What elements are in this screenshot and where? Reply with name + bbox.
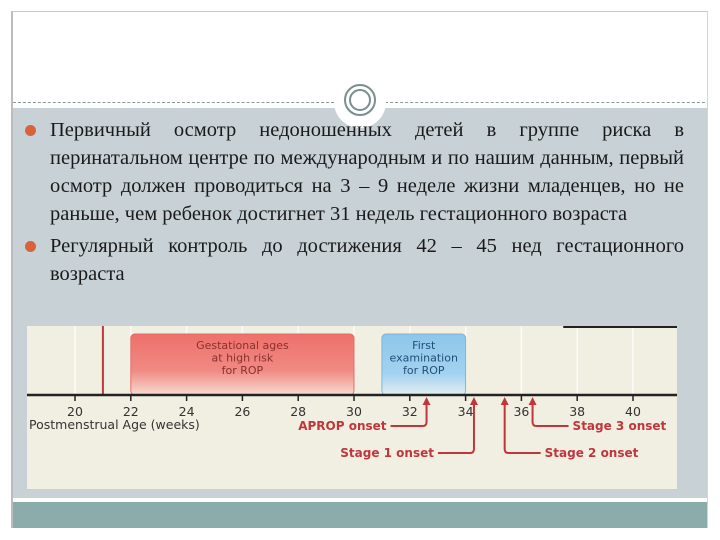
event-label: Stage 2 onset bbox=[545, 446, 639, 460]
x-tick-label: 34 bbox=[458, 404, 474, 419]
high-risk-label-line: Gestational ages bbox=[196, 339, 289, 352]
event-arrowhead-icon bbox=[422, 397, 431, 405]
timeline-svg: Gestational agesat high riskfor ROPFirst… bbox=[27, 326, 693, 460]
event-label: APROP onset bbox=[298, 419, 387, 433]
x-tick-label: 28 bbox=[290, 404, 306, 419]
high-risk-label-line: for ROP bbox=[222, 364, 264, 377]
first-exam-label-line: examination bbox=[390, 352, 458, 365]
x-tick-label: 30 bbox=[346, 404, 362, 419]
ring-inner bbox=[349, 89, 371, 111]
x-tick-label: 36 bbox=[513, 404, 529, 419]
event-connector bbox=[437, 448, 475, 454]
event-arrowhead-icon bbox=[469, 397, 478, 405]
first-exam-label-line: for ROP bbox=[403, 364, 445, 377]
event-label: Stage 3 onset bbox=[573, 419, 667, 433]
first-exam-label-line: First bbox=[412, 339, 436, 352]
bullet-dot-icon bbox=[25, 241, 36, 252]
event-arrowhead-icon bbox=[528, 397, 537, 405]
high-risk-label-line: at high risk bbox=[212, 352, 274, 365]
bullet-text: Первичный осмотр недоношенных детей в гр… bbox=[50, 119, 684, 225]
x-tick-label: 26 bbox=[234, 404, 250, 419]
event-connector bbox=[503, 448, 541, 454]
event-connector bbox=[390, 421, 428, 427]
footer-band bbox=[13, 502, 707, 528]
x-tick-label: 38 bbox=[569, 404, 585, 419]
bullet-item: Первичный осмотр недоношенных детей в гр… bbox=[24, 116, 684, 228]
bullet-list: Первичный осмотр недоношенных детей в гр… bbox=[24, 116, 684, 288]
divider-left bbox=[13, 102, 339, 103]
event-arrowhead-icon bbox=[500, 397, 509, 405]
x-tick-label: 40 bbox=[625, 404, 641, 419]
divider-right bbox=[385, 102, 707, 103]
bullet-text: Регулярный контроль до достижения 42 – 4… bbox=[50, 235, 684, 285]
x-tick-label: 32 bbox=[402, 404, 418, 419]
event-label: Stage 1 onset bbox=[340, 446, 434, 460]
ring-ornament-icon bbox=[344, 84, 376, 116]
event-connector bbox=[531, 421, 569, 427]
x-axis-label: Postmenstrual Age (weeks) bbox=[29, 417, 200, 432]
bullet-dot-icon bbox=[25, 125, 36, 136]
rop-timeline-chart: Gestational ages at high risk for ROP First… bbox=[27, 326, 693, 489]
bullet-item: Регулярный контроль до достижения 42 – 4… bbox=[24, 232, 684, 288]
